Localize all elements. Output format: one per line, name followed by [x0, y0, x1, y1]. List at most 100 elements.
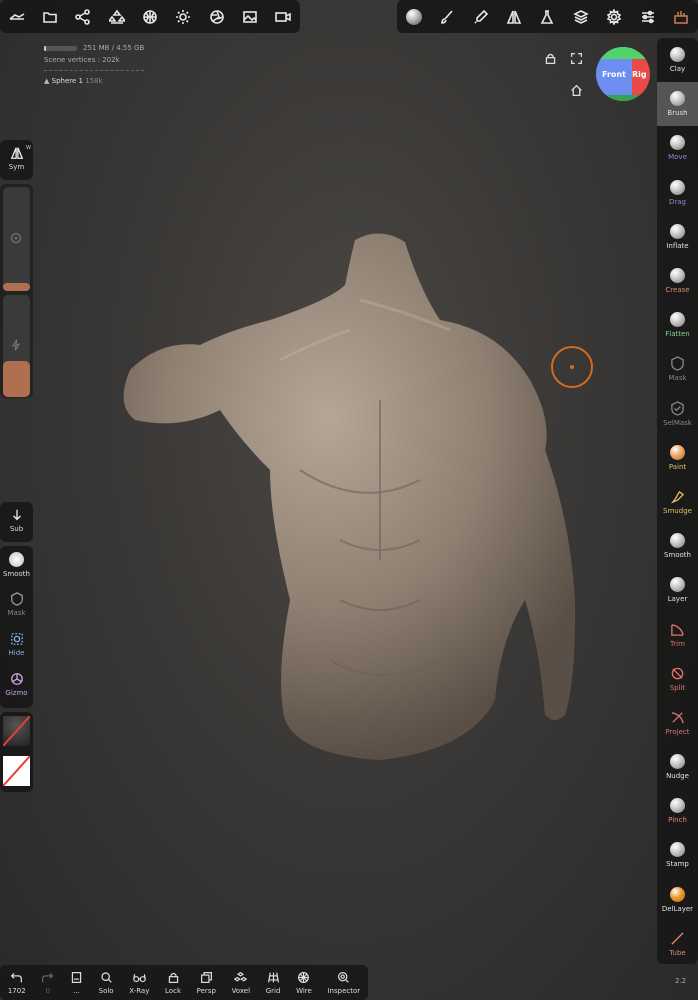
wire-label: Wire	[296, 986, 312, 995]
tool-smudge[interactable]: Smudge	[657, 480, 698, 524]
stamp-icon	[670, 842, 685, 858]
flatten-icon	[670, 312, 685, 328]
gizmo-icon	[10, 673, 23, 685]
intensity-icon	[11, 339, 21, 351]
tool-brush[interactable]: Brush	[657, 82, 698, 127]
radius-icon	[10, 232, 22, 244]
tool-crease[interactable]: Crease	[657, 259, 698, 303]
persp-label: Persp	[196, 986, 216, 995]
material-swatch[interactable]	[3, 716, 30, 746]
inspector-button[interactable]: Inspector	[327, 971, 360, 995]
tool-mask[interactable]: Mask	[657, 347, 698, 391]
tool-tube[interactable]: Tube	[657, 922, 698, 966]
hide-quick-button[interactable]: Hide	[0, 626, 33, 666]
symmetry-icon	[10, 147, 23, 159]
dellayer-icon	[670, 886, 685, 902]
tool-nudge[interactable]: Nudge	[657, 745, 698, 789]
undo-button[interactable]: 1702	[8, 971, 26, 995]
selmask-icon	[671, 400, 684, 416]
trim-icon	[671, 623, 684, 636]
quick-tools-panel: Smooth Mask Hide Gizmo	[0, 546, 33, 708]
tool-label: Pinch	[668, 816, 687, 825]
sub-button[interactable]: Sub	[0, 502, 33, 536]
tool-move[interactable]: Move	[657, 126, 698, 170]
tool-project[interactable]: Project	[657, 701, 698, 745]
smooth-quick-label: Smooth	[2, 570, 30, 578]
color-swatch[interactable]	[3, 756, 30, 786]
tool-label: SelMask	[663, 418, 692, 427]
mask-icon	[10, 592, 23, 606]
inflate-icon	[670, 223, 685, 239]
tool-dellayer[interactable]: DelLayer	[657, 878, 698, 922]
brush-sliders	[0, 184, 33, 398]
copy-icon	[200, 971, 212, 983]
sculpt-model[interactable]	[0, 0, 698, 1000]
smooth-quick-button[interactable]: Smooth	[0, 546, 33, 586]
sub-panel: Sub	[0, 502, 33, 542]
project-icon	[671, 712, 684, 724]
tool-inflate[interactable]: Inflate	[657, 215, 698, 259]
move-icon	[670, 135, 685, 151]
clay-icon	[670, 47, 685, 63]
bottom-toolbar: 1702 0 ... Solo X-Ray Lock Persp Voxel G…	[0, 965, 368, 1000]
tool-label: Layer	[667, 595, 688, 604]
tool-label: Nudge	[666, 772, 689, 781]
tool-trim[interactable]: Trim	[657, 612, 698, 656]
tool-selmask[interactable]: SelMask	[657, 392, 698, 436]
xray-label: X-Ray	[129, 986, 150, 995]
document-icon	[71, 971, 82, 983]
tool-layer[interactable]: Layer	[657, 568, 698, 612]
tool-label: Inflate	[666, 241, 689, 250]
mask-icon	[671, 356, 684, 372]
solo-button[interactable]: Solo	[99, 971, 114, 995]
glasses-icon	[133, 973, 146, 982]
tool-label: DelLayer	[661, 904, 694, 913]
tool-split[interactable]: Split	[657, 657, 698, 701]
tools-panel: Clay Brush Move Drag Inflate Crease Flatten Mas…	[657, 38, 698, 964]
redo-count: 0	[45, 986, 51, 995]
symmetry-panel: Sym W	[0, 140, 33, 180]
hide-icon	[10, 633, 23, 645]
tool-label: Tube	[669, 948, 686, 957]
intensity-slider[interactable]	[3, 295, 30, 397]
wire-button[interactable]: Wire	[296, 971, 312, 995]
tube-icon	[671, 932, 684, 945]
tool-label: Clay	[669, 65, 686, 74]
mask-quick-button[interactable]: Mask	[0, 586, 33, 626]
xray-button[interactable]: X-Ray	[129, 971, 149, 995]
brush-cursor	[551, 346, 593, 388]
voxel-icon	[234, 971, 248, 981]
tool-label: Smooth	[663, 551, 691, 560]
smooth-icon	[670, 533, 685, 549]
sub-label: Sub	[9, 525, 24, 533]
tool-stamp[interactable]: Stamp	[657, 833, 698, 877]
redo-button[interactable]: 0	[41, 971, 54, 995]
persp-button[interactable]: Persp	[197, 971, 216, 995]
gizmo-quick-button[interactable]: Gizmo	[0, 666, 33, 706]
voxel-button[interactable]: Voxel	[232, 971, 250, 995]
lock-icon	[168, 972, 178, 983]
tool-flatten[interactable]: Flatten	[657, 303, 698, 347]
tool-paint[interactable]: Paint	[657, 436, 698, 480]
document-button[interactable]: ...	[70, 971, 83, 995]
grid-button[interactable]: Grid	[266, 971, 280, 995]
wire-icon	[298, 971, 310, 983]
tool-label: Trim	[670, 639, 685, 648]
pinch-icon	[670, 798, 685, 814]
smudge-icon	[670, 490, 685, 504]
brush-icon	[670, 91, 685, 107]
tool-label: Flatten	[665, 330, 690, 339]
tool-label: Stamp	[666, 860, 689, 869]
lock-button[interactable]: Lock	[165, 971, 181, 995]
tool-smooth[interactable]: Smooth	[657, 524, 698, 568]
tool-clay[interactable]: Clay	[657, 38, 698, 82]
tool-drag[interactable]: Drag	[657, 171, 698, 215]
tool-pinch[interactable]: Pinch	[657, 789, 698, 833]
undo-count: 1702	[7, 986, 26, 995]
inspector-icon	[338, 971, 350, 983]
tool-label: Brush	[667, 109, 688, 118]
mask-quick-label: Mask	[7, 609, 26, 617]
no-material-icon	[3, 716, 30, 746]
radius-slider[interactable]	[3, 187, 30, 291]
nudge-icon	[670, 754, 685, 770]
